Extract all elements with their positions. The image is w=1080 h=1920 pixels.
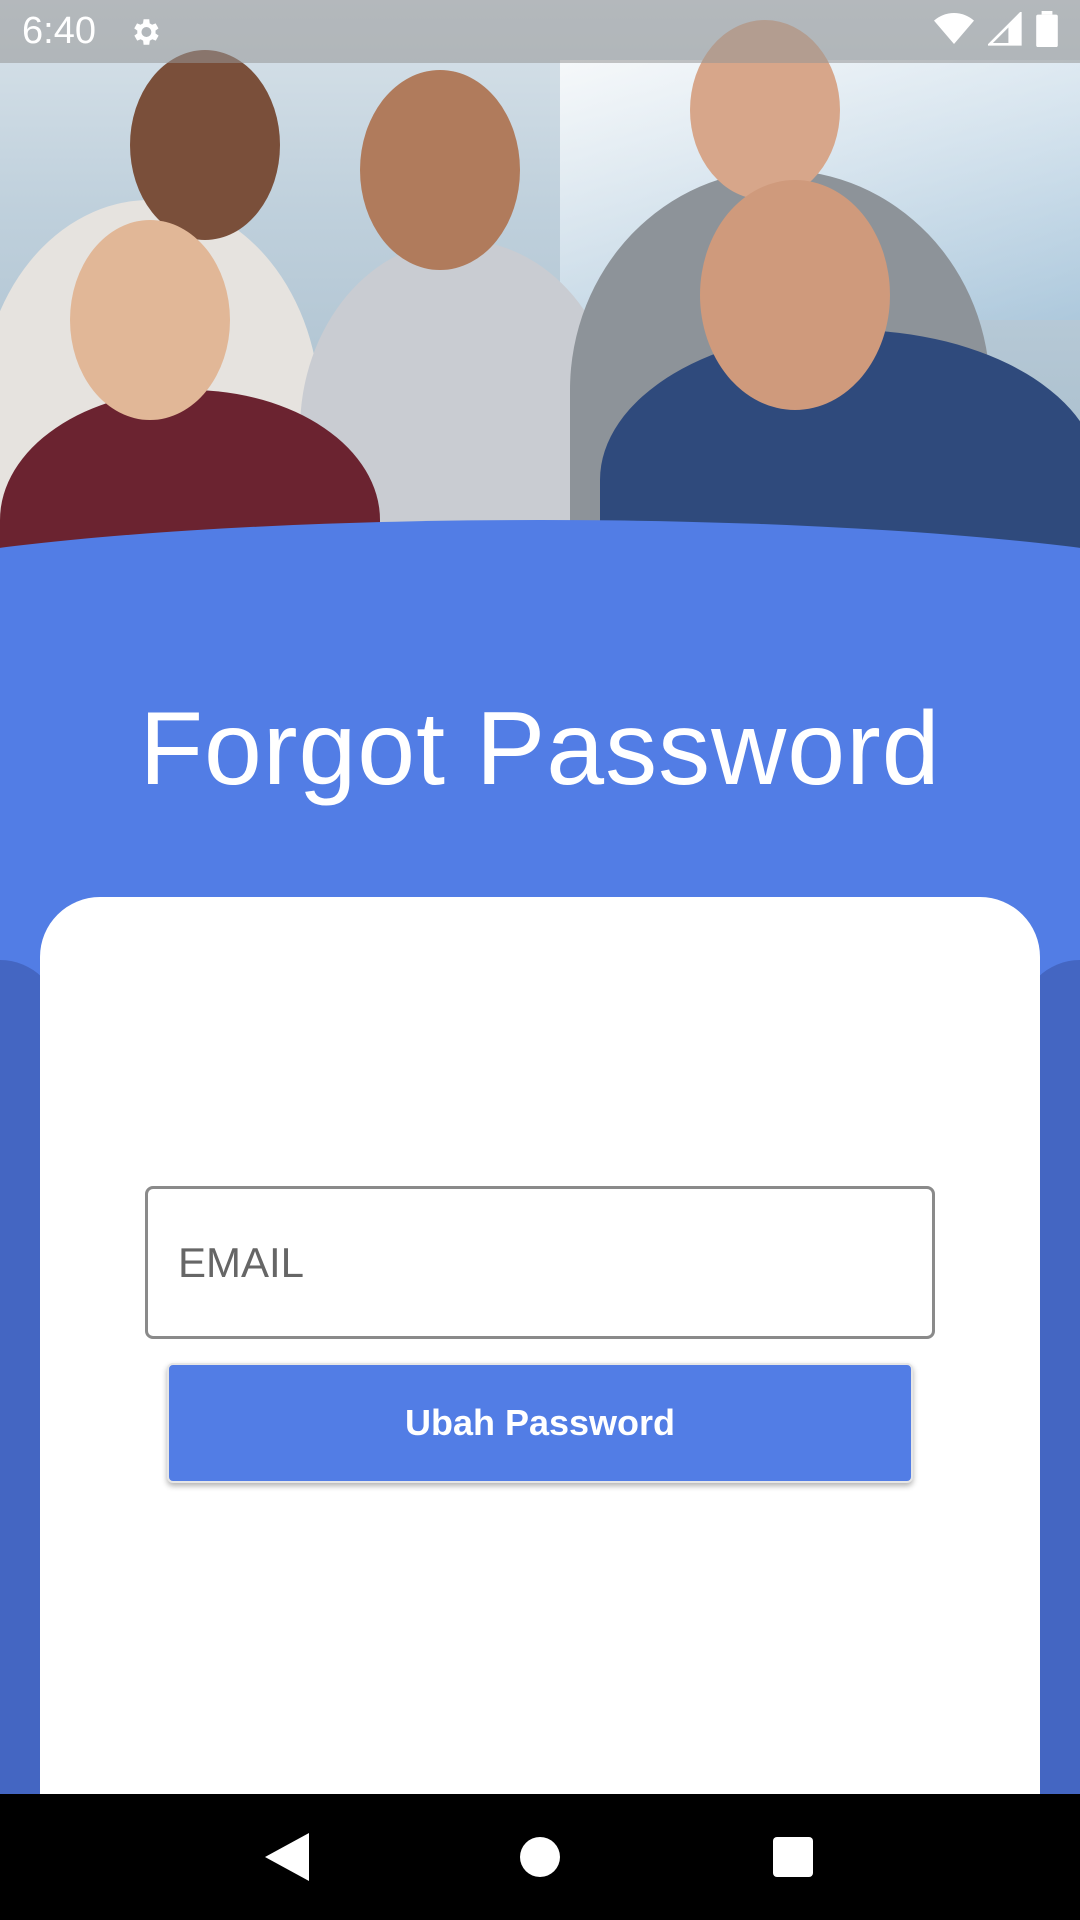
status-icons (934, 10, 1058, 52)
person-head (360, 70, 520, 270)
gear-icon (128, 15, 162, 49)
navigation-bar (0, 1794, 1080, 1920)
person-head (70, 220, 230, 420)
change-password-button[interactable]: Ubah Password (167, 1363, 913, 1483)
person-head (130, 50, 280, 240)
hero-curve (0, 520, 1080, 600)
email-placeholder: EMAIL (178, 1238, 305, 1286)
hero-photo (0, 0, 1080, 600)
recents-icon[interactable] (763, 1827, 823, 1887)
signal-icon (986, 10, 1022, 51)
page-title: Forgot Password (139, 691, 941, 807)
status-bar: 6:40 (0, 0, 1080, 63)
wifi-icon (934, 12, 974, 51)
forgot-password-screen: 6:40 Forgot Password EMAIL Ubah Password (0, 0, 1080, 1920)
status-time: 6:40 (22, 10, 96, 52)
back-icon[interactable] (257, 1827, 317, 1887)
home-icon[interactable] (510, 1827, 570, 1887)
person-head (700, 180, 890, 410)
battery-icon (1036, 11, 1058, 52)
email-field[interactable]: EMAIL (145, 1186, 935, 1339)
